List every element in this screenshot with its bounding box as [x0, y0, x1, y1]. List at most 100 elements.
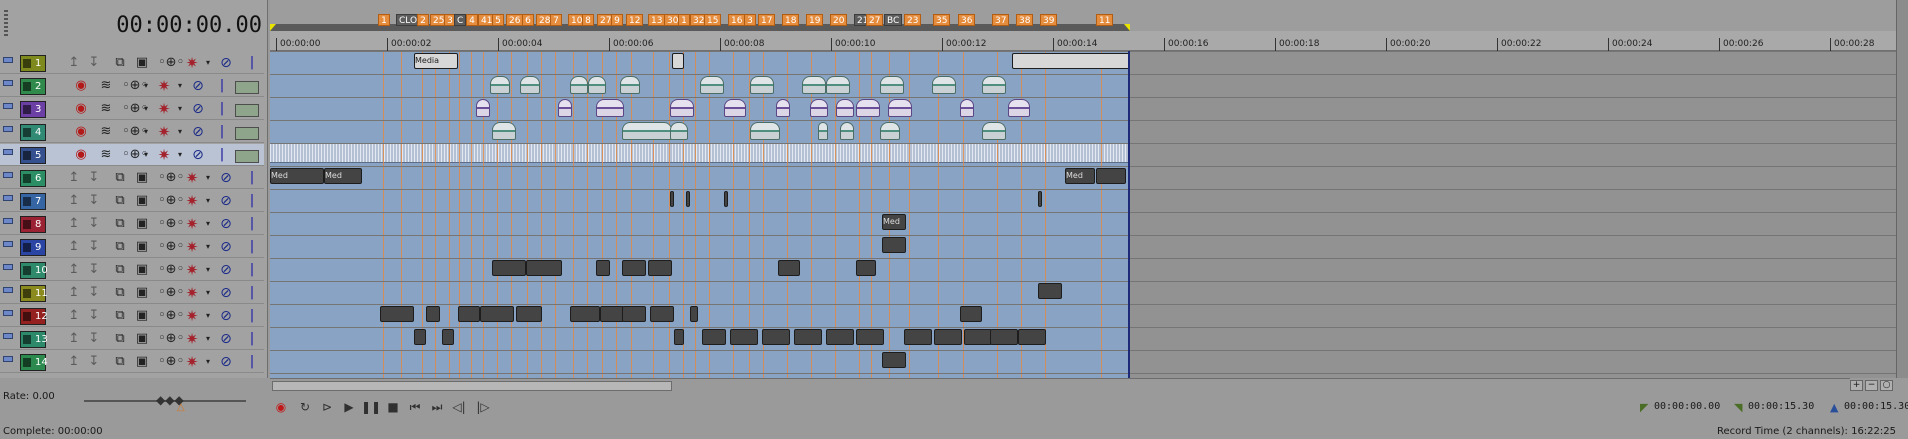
timeline-event[interactable]: [480, 306, 514, 322]
solo-icon[interactable]: |: [214, 101, 230, 117]
timeline-marker[interactable]: 12: [626, 14, 644, 26]
track-expand-icon[interactable]: [3, 287, 13, 293]
loop-start-handle[interactable]: [270, 24, 276, 31]
settings-dropdown-icon[interactable]: ▾: [204, 239, 212, 255]
timeline-marker[interactable]: C: [454, 14, 467, 26]
timeline-event[interactable]: [596, 99, 624, 117]
settings-dropdown-icon[interactable]: ▾: [204, 354, 212, 370]
track-expand-icon[interactable]: [3, 310, 13, 316]
timeline-event[interactable]: [520, 76, 540, 94]
compositing-parent-icon[interactable]: ↥: [66, 170, 82, 186]
timeline-event[interactable]: [750, 76, 774, 94]
track-expand-icon[interactable]: [3, 195, 13, 201]
timeline-marker[interactable]: 5: [492, 14, 504, 26]
compositing-child-icon[interactable]: ↧: [86, 285, 102, 301]
mute-icon[interactable]: ⊘: [190, 101, 206, 117]
go-to-start-icon[interactable]: ⏮: [404, 396, 426, 418]
solo-icon[interactable]: |: [244, 331, 260, 347]
arm-record-icon[interactable]: ◉: [73, 78, 89, 94]
compositing-child-icon[interactable]: ↧: [86, 308, 102, 324]
timeline-event[interactable]: [1012, 53, 1130, 69]
timeline-event[interactable]: [558, 99, 572, 117]
timeline-marker[interactable]: 7: [550, 14, 562, 26]
compositing-child-icon[interactable]: ↧: [86, 55, 102, 71]
arm-record-icon[interactable]: ◉: [73, 147, 89, 163]
compositing-parent-icon[interactable]: ↥: [66, 354, 82, 370]
compositing-child-icon[interactable]: ↧: [86, 239, 102, 255]
track-fx-icon[interactable]: ▣: [134, 262, 150, 278]
project-end-line[interactable]: [1128, 51, 1130, 378]
timeline-marker[interactable]: 17: [758, 14, 776, 26]
timeline-event[interactable]: [380, 306, 414, 322]
selection-length[interactable]: 00:00:15.30: [1844, 399, 1908, 415]
timeline-event[interactable]: [982, 76, 1006, 94]
composite-mode-icon[interactable]: ◦⊕◦: [158, 239, 184, 255]
timeline-marker[interactable]: 3: [744, 14, 756, 26]
track-settings-icon[interactable]: ✷: [184, 331, 200, 347]
timeline-marker[interactable]: 35: [933, 14, 951, 26]
track-settings-icon[interactable]: ✷: [184, 354, 200, 370]
timeline-event[interactable]: [778, 260, 800, 276]
timeline-marker[interactable]: 4: [466, 14, 478, 26]
track-fx-icon[interactable]: ✷: [156, 101, 172, 117]
track-header[interactable]: 3 ◉ ≋ ◦⊕◦ ▾ ✷ ▾ ⊘ |: [0, 98, 264, 120]
horizontal-scrollbar[interactable]: [270, 378, 1850, 392]
track-expand-icon[interactable]: [3, 264, 13, 270]
track-fx-icon[interactable]: ▣: [134, 55, 150, 71]
mute-icon[interactable]: ⊘: [218, 262, 234, 278]
timeline-event[interactable]: Media: [414, 53, 458, 69]
previous-frame-icon[interactable]: ◁|: [448, 396, 470, 418]
mute-icon[interactable]: ⊘: [218, 170, 234, 186]
track-fx-icon[interactable]: ▣: [134, 170, 150, 186]
track-header[interactable]: 10 ↥ ↧ ⧉ ▣ ◦⊕◦ ✷ ▾ ⊘ |: [0, 259, 264, 281]
composite-mode-icon[interactable]: ◦⊕◦: [158, 193, 184, 209]
track-expand-icon[interactable]: [3, 149, 13, 155]
audio-fx-icon[interactable]: ≋: [98, 124, 114, 140]
track-header[interactable]: 7 ↥ ↧ ⧉ ▣ ◦⊕◦ ✷ ▾ ⊘ |: [0, 190, 264, 212]
timeline-marker[interactable]: 1: [378, 14, 390, 26]
timeline-event[interactable]: [904, 329, 932, 345]
compositing-child-icon[interactable]: ↧: [86, 216, 102, 232]
timeline-event[interactable]: [670, 191, 674, 207]
fx-dropdown-icon[interactable]: ▾: [176, 78, 184, 94]
track-header[interactable]: 11 ↥ ↧ ⧉ ▣ ◦⊕◦ ✷ ▾ ⊘ |: [0, 282, 264, 304]
track-fx-icon[interactable]: ✷: [156, 124, 172, 140]
timeline-event[interactable]: [810, 99, 828, 117]
mute-icon[interactable]: ⊘: [218, 331, 234, 347]
settings-dropdown-icon[interactable]: ▾: [204, 216, 212, 232]
audio-route-icon[interactable]: ◦⊕◦: [122, 147, 148, 163]
compositing-child-icon[interactable]: ↧: [86, 354, 102, 370]
track-fx-icon[interactable]: ✷: [156, 78, 172, 94]
arm-record-icon[interactable]: ◉: [73, 124, 89, 140]
timeline-event[interactable]: [1018, 329, 1046, 345]
track-fx-icon[interactable]: ▣: [134, 354, 150, 370]
timeline-event[interactable]: [856, 329, 884, 345]
timeline-event[interactable]: [674, 329, 684, 345]
track-expand-icon[interactable]: [3, 126, 13, 132]
timeline-event[interactable]: [840, 122, 854, 140]
compositing-parent-icon[interactable]: ↥: [66, 193, 82, 209]
play-from-start-icon[interactable]: ⊳: [316, 396, 338, 418]
timeline-event[interactable]: [622, 306, 646, 322]
fx-dropdown-icon[interactable]: ▾: [176, 147, 184, 163]
settings-dropdown-icon[interactable]: ▾: [204, 262, 212, 278]
settings-dropdown-icon[interactable]: ▾: [204, 331, 212, 347]
timeline-event[interactable]: [670, 122, 688, 140]
timeline-marker[interactable]: 8: [582, 14, 594, 26]
timeline-event[interactable]: [1096, 168, 1126, 184]
mute-icon[interactable]: ⊘: [218, 308, 234, 324]
track-header[interactable]: 12 ↥ ↧ ⧉ ▣ ◦⊕◦ ✷ ▾ ⊘ |: [0, 305, 264, 327]
timeline-event[interactable]: [888, 99, 912, 117]
track-expand-icon[interactable]: [3, 172, 13, 178]
compositing-parent-icon[interactable]: ↥: [66, 262, 82, 278]
route-dropdown-icon[interactable]: ▾: [142, 124, 150, 140]
timeline-marker[interactable]: 15: [704, 14, 722, 26]
timeline-event[interactable]: [426, 306, 440, 322]
timeline-event[interactable]: [490, 76, 510, 94]
play-icon[interactable]: ▶: [338, 396, 360, 418]
mute-icon[interactable]: ⊘: [190, 78, 206, 94]
timeline-event[interactable]: Med: [1065, 168, 1095, 184]
timeline-event[interactable]: [826, 329, 854, 345]
timeline-marker[interactable]: 6: [522, 14, 534, 26]
record-icon[interactable]: ◉: [270, 396, 292, 418]
